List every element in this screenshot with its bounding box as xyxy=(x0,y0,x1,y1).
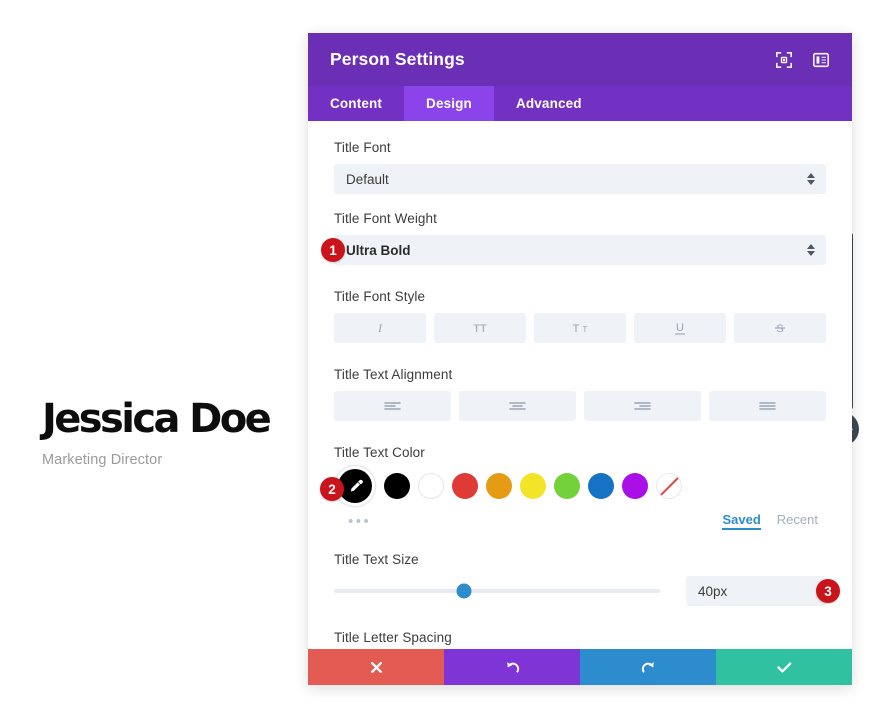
label-title-font-weight: Title Font Weight xyxy=(334,211,437,226)
align-center-button[interactable] xyxy=(459,391,576,421)
label-title-text-color: Title Text Color xyxy=(334,445,425,460)
chevron-updown-icon xyxy=(807,173,815,185)
label-title-font: Title Font xyxy=(334,140,391,155)
text-alignment-button-group xyxy=(334,391,826,421)
tab-design[interactable]: Design xyxy=(404,86,494,121)
color-tab-saved[interactable]: Saved xyxy=(722,512,761,530)
align-right-button[interactable] xyxy=(584,391,701,421)
font-style-button-group: I TT T T U S xyxy=(334,313,826,343)
field-title-font-style: Title Font Style I TT T T U S xyxy=(334,289,826,343)
undo-icon xyxy=(506,661,519,673)
checkmark-icon xyxy=(776,661,791,673)
swatch-white[interactable] xyxy=(418,473,444,499)
align-justify-icon xyxy=(759,402,776,410)
swatch-red[interactable] xyxy=(452,473,478,499)
modal-header: Person Settings xyxy=(308,33,852,86)
person-settings-modal: Person Settings Content Design Advanced xyxy=(308,33,852,685)
app-root: Jessica Doe Marketing Director Person Se… xyxy=(0,0,880,715)
field-title-letter-spacing: Title Letter Spacing -4px 4 xyxy=(334,630,826,649)
align-right-icon xyxy=(634,402,651,410)
badge-2: 2 xyxy=(320,477,344,501)
field-title-font: Title Font Default xyxy=(334,140,826,194)
svg-text:T: T xyxy=(573,323,580,335)
eyedropper-icon xyxy=(350,479,363,491)
color-tab-group: Saved Recent xyxy=(722,512,826,530)
label-title-text-alignment: Title Text Alignment xyxy=(334,367,453,382)
badge-1: 1 xyxy=(321,238,345,262)
align-justify-button[interactable] xyxy=(709,391,826,421)
color-meta-row: ••• Saved Recent xyxy=(334,512,826,530)
strikethrough-button[interactable]: S xyxy=(734,313,826,343)
modal-footer xyxy=(308,649,852,685)
chevron-updown-icon xyxy=(807,244,815,256)
svg-text:I: I xyxy=(377,321,383,335)
select-title-font[interactable]: Default xyxy=(334,164,826,194)
person-preview: Jessica Doe Marketing Director xyxy=(42,398,292,468)
redo-button[interactable] xyxy=(580,649,716,685)
swatch-yellow[interactable] xyxy=(520,473,546,499)
field-title-font-weight: Title Font Weight 1 Ultra Bold xyxy=(321,211,826,265)
swatch-blue[interactable] xyxy=(588,473,614,499)
underline-icon: U xyxy=(675,322,685,335)
svg-text:S: S xyxy=(776,323,783,335)
person-role: Marketing Director xyxy=(42,452,163,468)
slider-track xyxy=(334,583,660,599)
field-title-text-size: Title Text Size 40px 3 xyxy=(334,552,840,606)
color-tab-recent[interactable]: Recent xyxy=(777,512,818,530)
more-colors-button[interactable]: ••• xyxy=(348,513,371,530)
select-title-font-weight-value: Ultra Bold xyxy=(346,242,411,258)
modal-title: Person Settings xyxy=(330,49,465,69)
x-icon xyxy=(370,661,382,673)
modal-tabs: Content Design Advanced xyxy=(308,86,852,121)
select-title-font-value: Default xyxy=(346,171,389,187)
strikethrough-icon: S xyxy=(775,323,785,335)
swatch-black[interactable] xyxy=(384,473,410,499)
swatch-orange[interactable] xyxy=(486,473,512,499)
tab-content[interactable]: Content xyxy=(308,86,404,121)
label-title-font-style: Title Font Style xyxy=(334,289,426,304)
swatch-green[interactable] xyxy=(554,473,580,499)
label-title-letter-spacing: Title Letter Spacing xyxy=(334,630,452,645)
title-text-size-value-text: 40px xyxy=(698,583,728,599)
small-caps-icon: T T xyxy=(573,323,588,335)
swatch-none[interactable] xyxy=(656,473,682,499)
save-button[interactable] xyxy=(716,649,852,685)
svg-text:U: U xyxy=(676,322,684,334)
badge-3: 3 xyxy=(816,579,840,603)
slider-thumb[interactable] xyxy=(456,583,472,599)
close-button[interactable] xyxy=(308,649,444,685)
title-text-size-row: 40px 3 xyxy=(334,576,840,606)
align-left-button[interactable] xyxy=(334,391,451,421)
field-title-text-color: Title Text Color 2 ••• Saved Recent xyxy=(320,445,826,530)
title-text-size-slider[interactable] xyxy=(334,579,686,603)
modal-body: Title Font Default Title Font Weight 1 U… xyxy=(308,121,852,649)
label-title-text-size: Title Text Size xyxy=(334,552,419,567)
swatch-purple[interactable] xyxy=(622,473,648,499)
svg-text:T: T xyxy=(583,325,588,334)
redo-icon xyxy=(641,661,654,673)
italic-button[interactable]: I xyxy=(334,313,426,343)
underline-button[interactable]: U xyxy=(634,313,726,343)
field-title-text-alignment: Title Text Alignment xyxy=(334,367,826,421)
svg-text:TT: TT xyxy=(473,323,487,335)
person-name: Jessica Doe xyxy=(42,396,272,442)
small-caps-button[interactable]: T T xyxy=(534,313,626,343)
layout-panel-icon[interactable] xyxy=(812,51,830,69)
uppercase-button[interactable]: TT xyxy=(434,313,526,343)
select-title-font-weight[interactable]: Ultra Bold xyxy=(334,235,826,265)
italic-icon: I xyxy=(377,321,383,335)
fullscreen-icon[interactable] xyxy=(775,51,793,69)
title-text-size-value[interactable]: 40px 3 xyxy=(686,576,840,606)
uppercase-icon: TT xyxy=(473,323,487,335)
modal-header-actions xyxy=(775,51,830,69)
align-center-icon xyxy=(509,402,526,410)
undo-button[interactable] xyxy=(444,649,580,685)
align-left-icon xyxy=(384,402,401,410)
color-swatch-row xyxy=(334,469,826,503)
tab-advanced[interactable]: Advanced xyxy=(494,86,604,121)
